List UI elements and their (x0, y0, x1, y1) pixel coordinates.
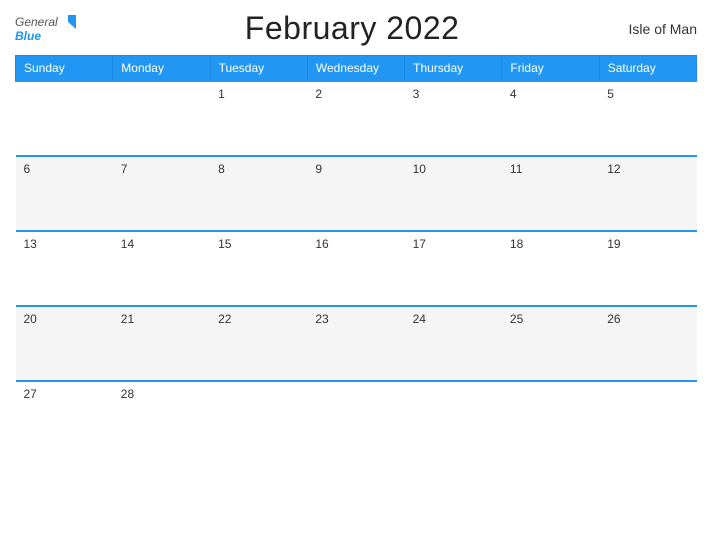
calendar-cell (16, 81, 113, 156)
header-wednesday: Wednesday (307, 56, 404, 82)
logo: General Blue (15, 15, 76, 43)
calendar-cell: 26 (599, 306, 696, 381)
day-number: 4 (510, 87, 517, 101)
calendar-cell: 13 (16, 231, 113, 306)
calendar-week-row: 13 14 15 16 17 18 19 (16, 231, 697, 306)
calendar-cell: 5 (599, 81, 696, 156)
day-number: 28 (121, 387, 134, 401)
day-number: 5 (607, 87, 614, 101)
calendar-header-row: Sunday Monday Tuesday Wednesday Thursday… (16, 56, 697, 82)
calendar-cell: 18 (502, 231, 599, 306)
calendar-cell: 11 (502, 156, 599, 231)
day-number: 24 (413, 312, 426, 326)
calendar-cell: 22 (210, 306, 307, 381)
day-number: 15 (218, 237, 231, 251)
calendar-cell: 12 (599, 156, 696, 231)
calendar-cell (502, 381, 599, 456)
day-number: 17 (413, 237, 426, 251)
day-number: 13 (24, 237, 37, 251)
header-sunday: Sunday (16, 56, 113, 82)
calendar-cell: 16 (307, 231, 404, 306)
header-friday: Friday (502, 56, 599, 82)
calendar-header: General Blue February 2022 Isle of Man (15, 10, 697, 47)
calendar-week-row: 1 2 3 4 5 (16, 81, 697, 156)
calendar-cell: 21 (113, 306, 210, 381)
calendar-cell (210, 381, 307, 456)
day-number: 7 (121, 162, 128, 176)
calendar-week-row: 20 21 22 23 24 25 26 (16, 306, 697, 381)
calendar-cell: 1 (210, 81, 307, 156)
calendar-week-row: 27 28 (16, 381, 697, 456)
day-number: 9 (315, 162, 322, 176)
day-number: 22 (218, 312, 231, 326)
day-number: 19 (607, 237, 620, 251)
calendar-cell: 10 (405, 156, 502, 231)
calendar-cell: 6 (16, 156, 113, 231)
calendar-cell: 23 (307, 306, 404, 381)
calendar-cell: 20 (16, 306, 113, 381)
calendar-cell: 24 (405, 306, 502, 381)
day-number: 20 (24, 312, 37, 326)
day-number: 21 (121, 312, 134, 326)
calendar-cell (113, 81, 210, 156)
calendar-cell: 27 (16, 381, 113, 456)
calendar-cell: 25 (502, 306, 599, 381)
day-number: 8 (218, 162, 225, 176)
day-number: 10 (413, 162, 426, 176)
logo-blue: Blue (15, 29, 41, 43)
calendar-cell: 15 (210, 231, 307, 306)
calendar-cell: 2 (307, 81, 404, 156)
calendar-cell (599, 381, 696, 456)
logo-general: General (15, 15, 58, 29)
day-number: 6 (24, 162, 31, 176)
calendar-cell: 8 (210, 156, 307, 231)
calendar-cell: 3 (405, 81, 502, 156)
calendar-cell (307, 381, 404, 456)
day-number: 1 (218, 87, 225, 101)
header-saturday: Saturday (599, 56, 696, 82)
calendar-cell: 4 (502, 81, 599, 156)
calendar-cell: 7 (113, 156, 210, 231)
calendar-cell (405, 381, 502, 456)
day-number: 2 (315, 87, 322, 101)
calendar-cell: 9 (307, 156, 404, 231)
country-label: Isle of Man (629, 21, 697, 37)
calendar-cell: 17 (405, 231, 502, 306)
day-number: 25 (510, 312, 523, 326)
calendar-cell: 19 (599, 231, 696, 306)
calendar-container: General Blue February 2022 Isle of Man S… (0, 0, 712, 550)
day-number: 27 (24, 387, 37, 401)
calendar-cell: 28 (113, 381, 210, 456)
header-tuesday: Tuesday (210, 56, 307, 82)
day-number: 12 (607, 162, 620, 176)
header-monday: Monday (113, 56, 210, 82)
logo-flag-icon (60, 15, 76, 29)
header-thursday: Thursday (405, 56, 502, 82)
day-number: 26 (607, 312, 620, 326)
day-number: 11 (510, 162, 522, 176)
calendar-week-row: 6 7 8 9 10 11 12 (16, 156, 697, 231)
day-number: 23 (315, 312, 328, 326)
day-number: 3 (413, 87, 420, 101)
day-number: 14 (121, 237, 134, 251)
calendar-title: February 2022 (245, 10, 460, 47)
day-number: 18 (510, 237, 523, 251)
calendar-table: Sunday Monday Tuesday Wednesday Thursday… (15, 55, 697, 456)
day-number: 16 (315, 237, 328, 251)
calendar-cell: 14 (113, 231, 210, 306)
